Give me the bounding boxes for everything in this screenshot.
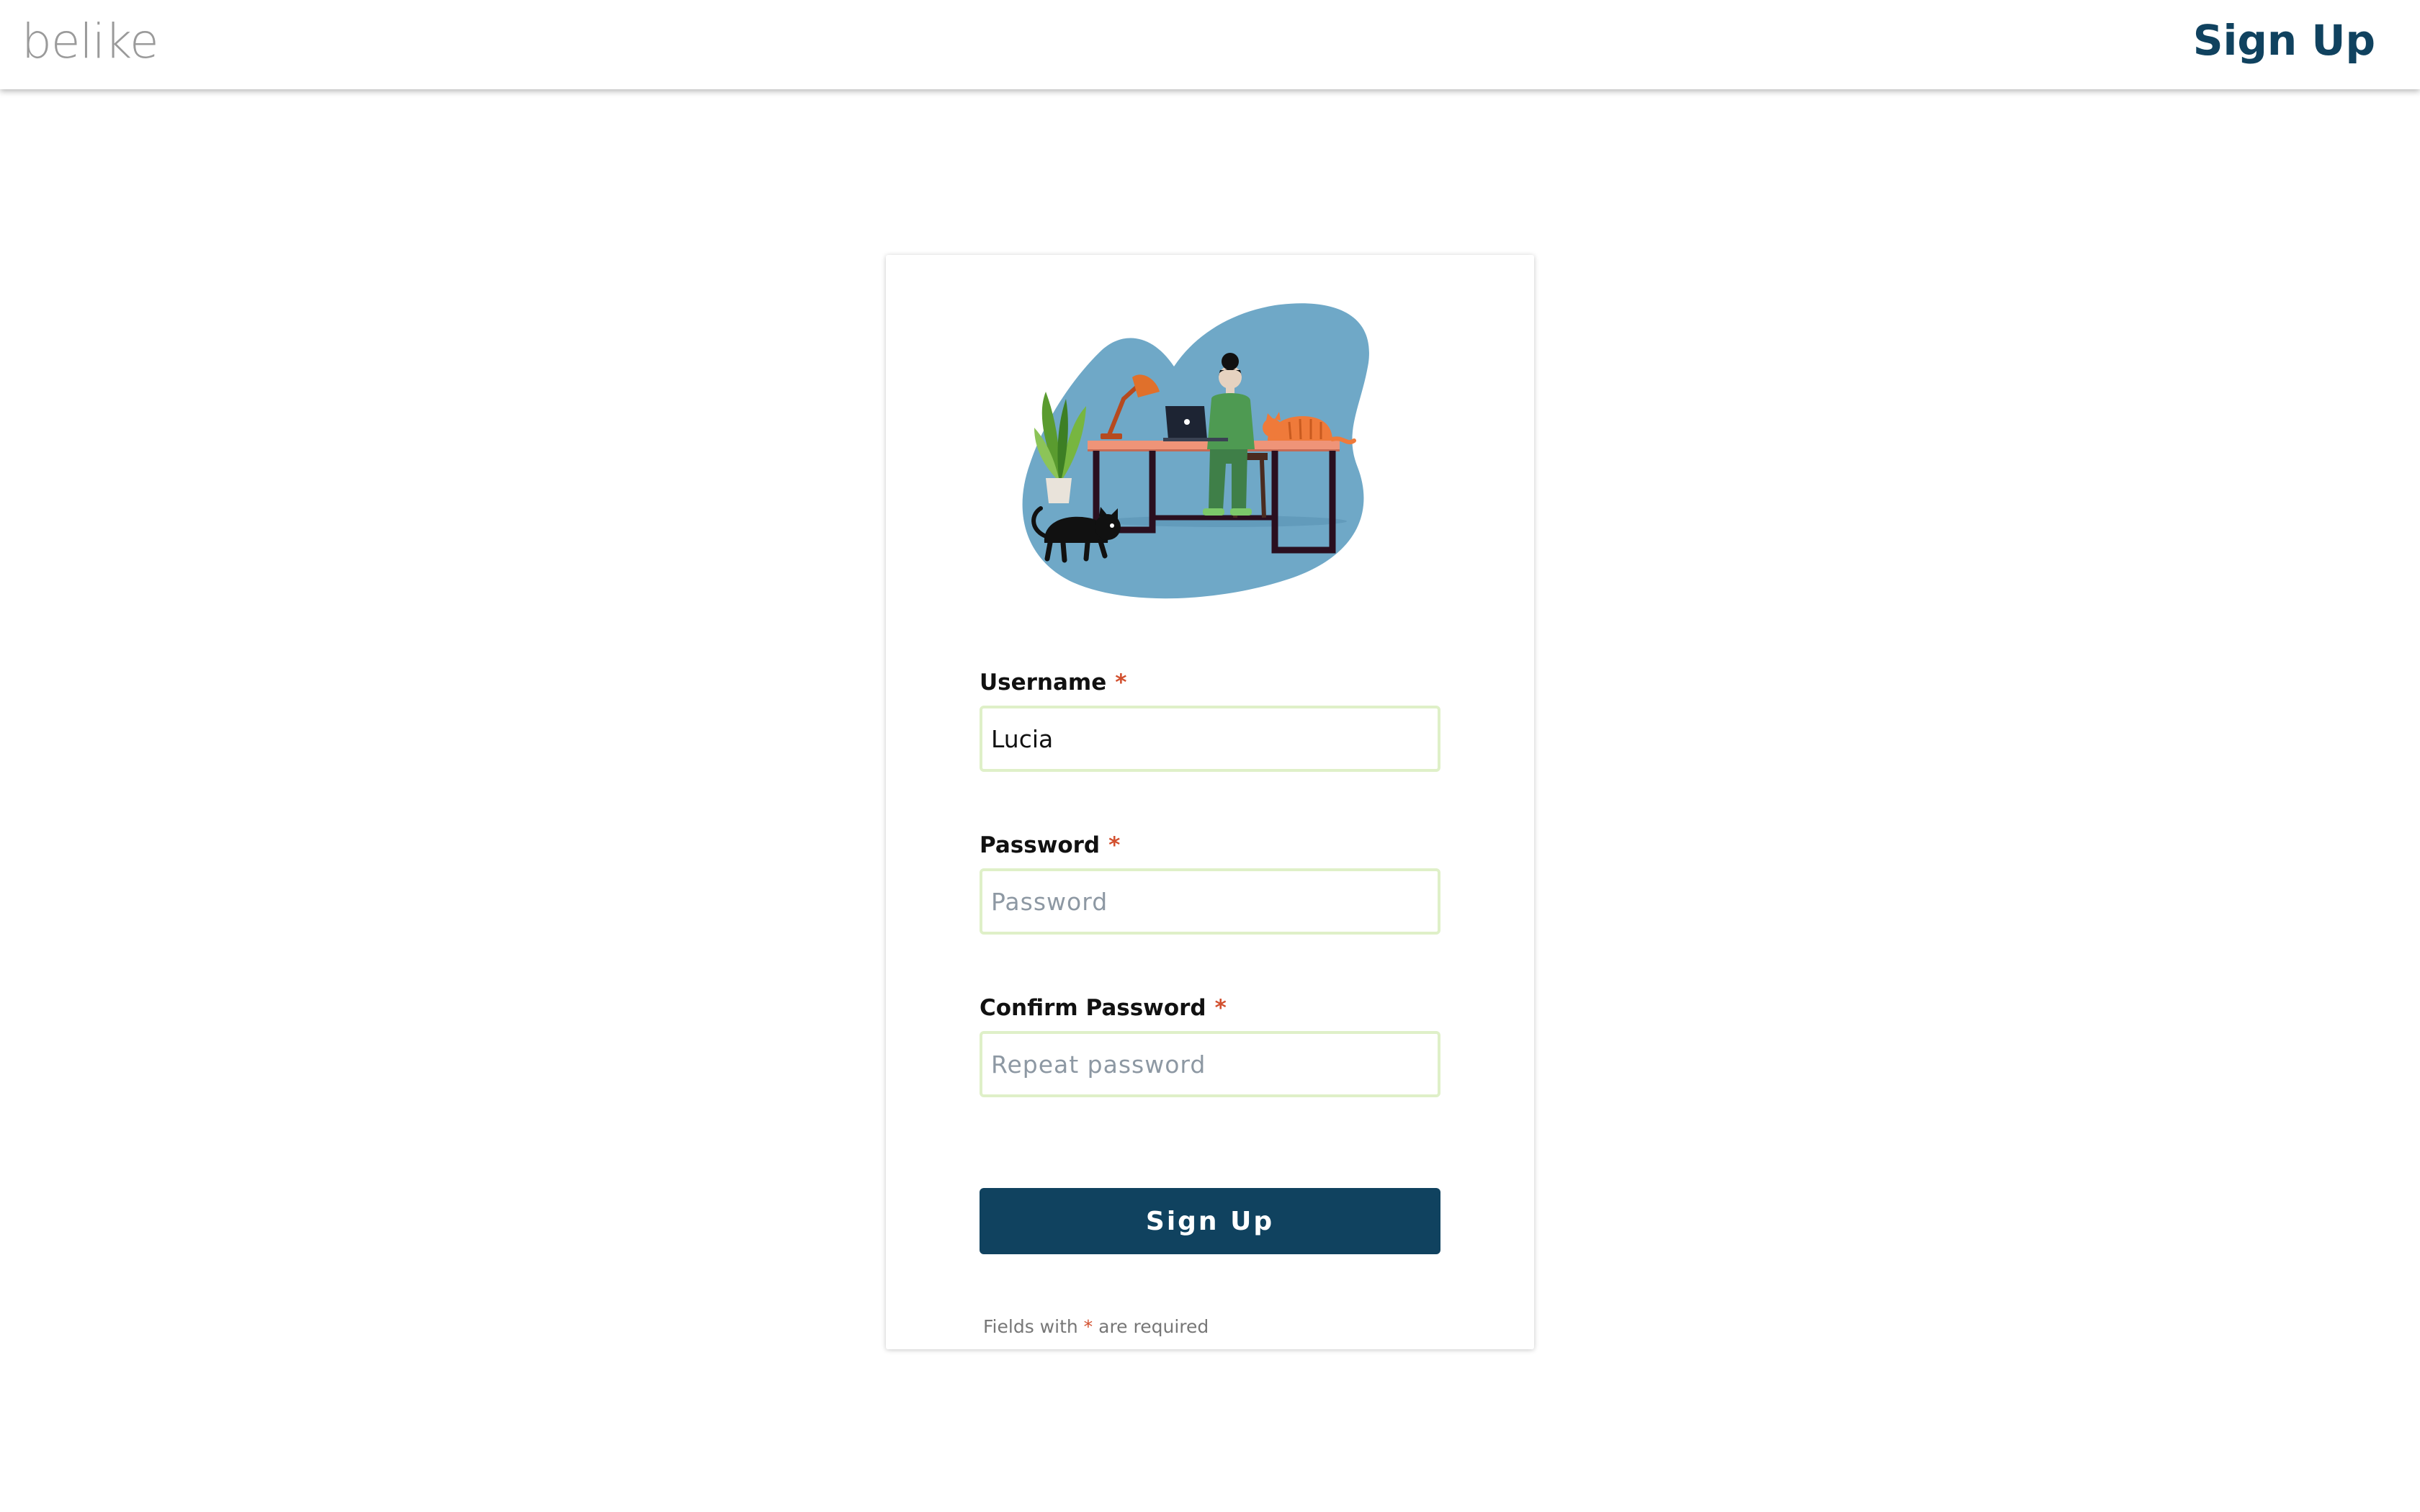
person-at-desk-illustration: [1022, 303, 1369, 599]
note-suffix: are required: [1098, 1316, 1209, 1337]
required-fields-note: Fields with * are required: [983, 1316, 1209, 1337]
note-prefix: Fields with: [983, 1316, 1078, 1337]
top-nav-bar: belike Sign Up: [0, 0, 2420, 89]
username-label: Username *: [980, 668, 1126, 697]
confirm-password-label: Confirm Password *: [980, 994, 1227, 1022]
belike-logo[interactable]: belike: [22, 13, 159, 71]
nav-title-sign-up[interactable]: Sign Up: [2193, 13, 2375, 68]
confirm-password-input[interactable]: [980, 1031, 1440, 1097]
password-required-mark: *: [1108, 832, 1121, 858]
password-label-text: Password: [980, 832, 1101, 858]
signup-card: Username * Password * Confirm Password * Si…: [886, 255, 1534, 1349]
confirm-password-label-text: Confirm Password: [980, 995, 1206, 1021]
username-label-text: Username: [980, 670, 1107, 696]
sign-up-button[interactable]: Sign Up: [980, 1188, 1440, 1254]
note-required-mark: *: [1083, 1316, 1093, 1337]
confirm-password-required-mark: *: [1214, 995, 1227, 1021]
username-required-mark: *: [1115, 670, 1127, 696]
password-input[interactable]: [980, 868, 1440, 935]
username-input[interactable]: [980, 706, 1440, 772]
password-label: Password *: [980, 831, 1120, 860]
